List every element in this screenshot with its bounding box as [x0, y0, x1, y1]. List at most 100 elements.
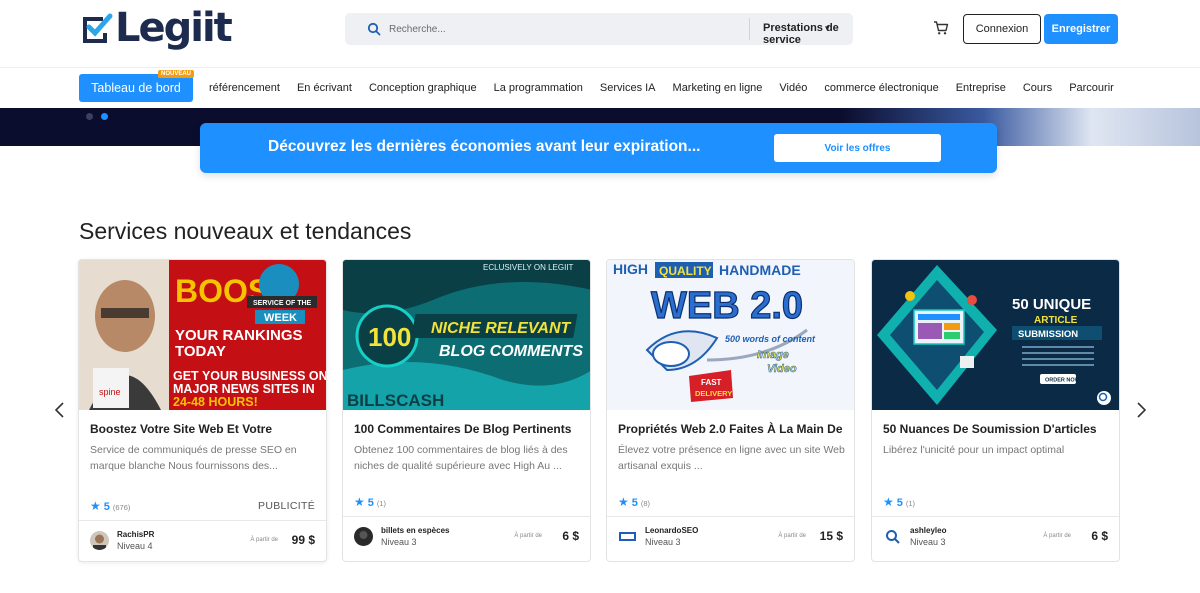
service-card[interactable]: HIGH QUALITY HANDMADE WEB 2.0 500 words …: [606, 259, 855, 562]
nav-item-video[interactable]: Vidéo: [779, 82, 807, 94]
svg-text:50 UNIQUE: 50 UNIQUE: [1012, 296, 1091, 313]
promo-banner: Découvrez les dernières économies avant …: [200, 123, 997, 173]
nav-item-courses[interactable]: Cours: [1023, 82, 1052, 94]
nav-item-ai-services[interactable]: Services IA: [600, 82, 656, 94]
cart-icon[interactable]: [933, 20, 949, 36]
svg-text:SUBMISSION: SUBMISSION: [1018, 329, 1078, 340]
service-title[interactable]: Propriétés Web 2.0 Faites À La Main De: [618, 422, 848, 436]
view-offers-button[interactable]: Voir les offres: [774, 134, 941, 162]
svg-text:500 words of content: 500 words of content: [725, 334, 816, 344]
service-card[interactable]: 50 UNIQUE ARTICLE SUBMISSION ORDER NOW 5…: [871, 259, 1120, 562]
service-thumbnail: ECLUSIVELY ON LEGIIT 100 NICHE RELEVANT …: [343, 260, 590, 410]
svg-text:WEB 2.0: WEB 2.0: [651, 285, 803, 327]
svg-text:TODAY: TODAY: [175, 343, 226, 360]
service-image[interactable]: spine BOOS SERVICE OF THE WEEK YOUR RANK…: [79, 260, 326, 410]
search-icon[interactable]: [367, 22, 381, 36]
logo-check-icon: [83, 13, 113, 43]
new-badge: NOUVEAU: [158, 70, 195, 78]
rating-value: 5: [896, 497, 903, 509]
rating-value: 5: [631, 497, 638, 509]
star-icon: ★: [883, 495, 894, 509]
svg-text:MAJOR NEWS SITES IN: MAJOR NEWS SITES IN: [173, 382, 315, 396]
service-image[interactable]: ECLUSIVELY ON LEGIIT 100 NICHE RELEVANT …: [343, 260, 590, 410]
rating-count: (8): [640, 499, 651, 508]
svg-text:NICHE RELEVANT: NICHE RELEVANT: [431, 320, 571, 337]
seller-avatar[interactable]: [354, 527, 373, 546]
seller-level: Niveau 3: [381, 537, 417, 547]
nav-item-business[interactable]: Entreprise: [956, 82, 1006, 94]
price-prefix: À partir de: [250, 537, 278, 543]
rating-value: 5: [103, 501, 110, 513]
service-price: 15 $: [819, 529, 843, 543]
seller-level: Niveau 4: [117, 541, 153, 551]
promo-text: Découvrez les dernières économies avant …: [268, 138, 701, 155]
nav-item-graphic-design[interactable]: Conception graphique: [369, 82, 477, 94]
service-card[interactable]: ECLUSIVELY ON LEGIIT 100 NICHE RELEVANT …: [342, 259, 591, 562]
service-rating: ★ 5 (1): [354, 495, 386, 509]
service-card[interactable]: spine BOOS SERVICE OF THE WEEK YOUR RANK…: [78, 259, 327, 562]
search-bar: Prestations de service ▾: [345, 13, 853, 46]
star-icon: ★: [90, 499, 101, 513]
service-title[interactable]: 50 Nuances De Soumission D'articles: [883, 422, 1113, 436]
svg-text:ORDER NOW: ORDER NOW: [1045, 378, 1081, 384]
nav-item-ecommerce[interactable]: commerce électronique: [824, 82, 938, 94]
service-thumbnail: HIGH QUALITY HANDMADE WEB 2.0 500 words …: [607, 260, 854, 410]
seller-name[interactable]: billets en espèces: [381, 526, 449, 535]
seller-avatar[interactable]: [618, 527, 637, 546]
svg-text:YOUR RANKINGS: YOUR RANKINGS: [175, 327, 303, 344]
nav-item-programming[interactable]: La programmation: [494, 82, 583, 94]
service-image[interactable]: HIGH QUALITY HANDMADE WEB 2.0 500 words …: [607, 260, 854, 410]
nav-item-browse[interactable]: Parcourir: [1069, 82, 1114, 94]
search-category-select[interactable]: Prestations de service: [763, 22, 853, 46]
category-nav: Tableau de bord NOUVEAU référencement En…: [0, 68, 1200, 108]
seller-avatar[interactable]: [90, 531, 109, 550]
svg-text:BLOG COMMENTS: BLOG COMMENTS: [439, 343, 583, 360]
nav-item-seo[interactable]: référencement: [209, 82, 280, 94]
chevron-left-icon[interactable]: [52, 400, 68, 420]
star-icon: ★: [618, 495, 629, 509]
seller-name[interactable]: RachisPR: [117, 530, 154, 539]
nav-items: référencement En écrivant Conception gra…: [209, 68, 1131, 108]
section-title: Services nouveaux et tendances: [79, 218, 412, 244]
seller-name[interactable]: ashleyleo: [910, 526, 946, 535]
search-input[interactable]: [389, 13, 739, 45]
rating-count: (676): [112, 503, 131, 512]
service-rating: ★ 5 (1): [883, 495, 915, 509]
svg-text:BILLSCASH: BILLSCASH: [347, 391, 444, 410]
logo-text: Legiit: [115, 5, 233, 51]
service-title[interactable]: Boostez Votre Site Web Et Votre: [90, 422, 320, 436]
seller-avatar[interactable]: [883, 527, 902, 546]
chevron-down-icon[interactable]: ▾: [825, 23, 830, 34]
dashboard-button[interactable]: Tableau de bord: [79, 74, 193, 102]
nav-item-writing[interactable]: En écrivant: [297, 82, 352, 94]
chevron-right-icon[interactable]: [1133, 400, 1149, 420]
service-title[interactable]: 100 Commentaires De Blog Pertinents: [354, 422, 584, 436]
rating-count: (1): [376, 499, 387, 508]
ad-label: PUBLICITÉ: [258, 500, 315, 512]
seller-footer: billets en espèces Niveau 3 À partir de …: [343, 516, 590, 559]
rating-count: (1): [905, 499, 916, 508]
login-button[interactable]: Connexion: [963, 14, 1041, 44]
nav-item-online-marketing[interactable]: Marketing en ligne: [673, 82, 763, 94]
service-image[interactable]: 50 UNIQUE ARTICLE SUBMISSION ORDER NOW: [872, 260, 1119, 410]
carousel-dot[interactable]: [86, 113, 93, 120]
site-header: Legiit Prestations de service ▾ Connexio…: [0, 0, 1200, 68]
logo[interactable]: Legiit: [79, 5, 233, 51]
carousel-dot-active[interactable]: [101, 113, 108, 120]
svg-text:Video: Video: [767, 363, 797, 375]
seller-level: Niveau 3: [910, 537, 946, 547]
seller-footer: ashleyleo Niveau 3 À partir de 6 $: [872, 516, 1119, 559]
price-prefix: À partir de: [514, 533, 542, 539]
service-rating: ★ 5 (676): [90, 499, 130, 513]
seller-level: Niveau 3: [645, 537, 681, 547]
service-rating: ★ 5 (8): [618, 495, 650, 509]
service-description: Libérez l'unicité pour un impact optimal: [883, 444, 1065, 456]
register-button[interactable]: Enregistrer: [1044, 14, 1118, 44]
seller-name[interactable]: LeonardoSEO: [645, 526, 698, 535]
seller-footer: LeonardoSEO Niveau 3 À partir de 15 $: [607, 516, 854, 559]
search-divider: [749, 18, 750, 40]
service-thumbnail: spine BOOS SERVICE OF THE WEEK YOUR RANK…: [79, 260, 326, 410]
svg-text:Image: Image: [757, 349, 789, 361]
svg-text:ECLUSIVELY ON LEGIIT: ECLUSIVELY ON LEGIIT: [483, 263, 574, 272]
svg-text:DELIVERY: DELIVERY: [695, 389, 732, 398]
